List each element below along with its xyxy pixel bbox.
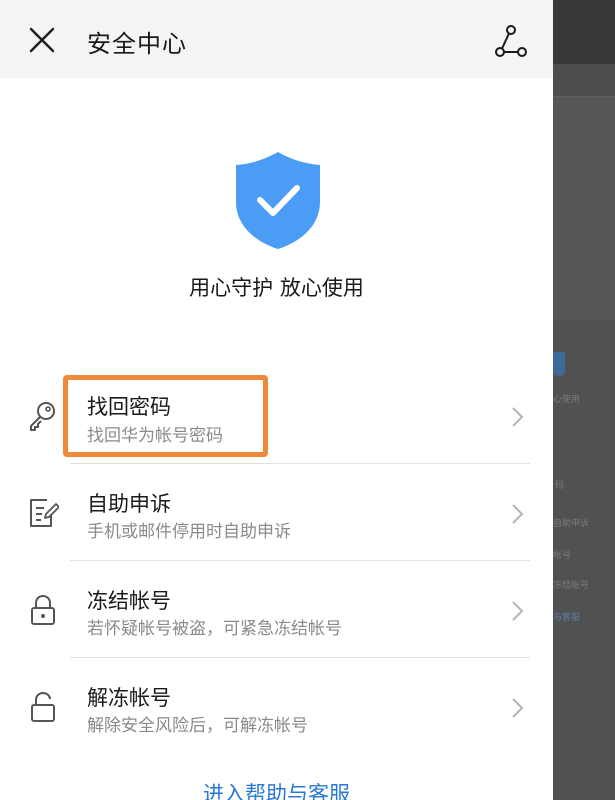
lock-closed-icon — [31, 594, 55, 625]
background-page: 心使用 码 自助申诉 帐号 冻结帐号 与客服 — [553, 0, 615, 800]
chevron-right-icon — [512, 698, 524, 718]
security-center-panel: 安全中心 用心守护 放心使用 找回密码 找回华为帐号密码 自助申诉 手机或邮件停… — [0, 0, 553, 800]
shield-check-icon — [236, 152, 320, 249]
background-text: 码 — [555, 481, 565, 491]
share-button[interactable] — [494, 24, 528, 58]
chevron-right-icon — [512, 407, 524, 427]
share-icon — [495, 25, 527, 57]
menu-item-subtitle: 若怀疑帐号被盗，可紧急冻结帐号 — [87, 619, 342, 639]
menu-item-title: 解冻帐号 — [87, 686, 171, 710]
menu-item-subtitle: 手机或邮件停用时自助申诉 — [87, 522, 291, 542]
chevron-right-icon — [512, 504, 524, 524]
help-and-support-link[interactable]: 进入帮助与客服 — [0, 778, 553, 800]
menu-item-freeze-account[interactable]: 冻结帐号 若怀疑帐号被盗，可紧急冻结帐号 — [0, 562, 553, 659]
menu-item-self-appeal[interactable]: 自助申诉 手机或邮件停用时自助申诉 — [0, 465, 553, 562]
page-title: 安全中心 — [87, 30, 187, 58]
chevron-right-icon — [512, 601, 524, 621]
lock-open-icon — [31, 691, 55, 722]
background-link: 与客服 — [553, 613, 581, 623]
divider — [70, 463, 530, 464]
background-band — [553, 64, 615, 97]
menu-item-title: 找回密码 — [87, 395, 171, 419]
menu-item-subtitle: 解除安全风险后，可解冻帐号 — [87, 716, 308, 736]
key-icon — [30, 402, 55, 431]
menu-item-find-password[interactable]: 找回密码 找回华为帐号密码 — [0, 368, 553, 465]
background-topbar — [553, 0, 615, 64]
divider — [70, 560, 530, 561]
divider — [70, 657, 530, 658]
close-icon — [29, 27, 55, 53]
tagline: 用心守护 放心使用 — [189, 276, 364, 300]
menu-item-title: 自助申诉 — [87, 492, 171, 516]
edit-note-icon — [30, 499, 59, 527]
background-text: 帐号 — [553, 551, 572, 561]
menu-item-title: 冻结帐号 — [87, 589, 171, 613]
background-shield-icon — [553, 352, 565, 376]
background-text: 冻结帐号 — [553, 581, 590, 591]
background-text: 自助申诉 — [553, 519, 590, 529]
background-text: 心使用 — [553, 395, 581, 405]
menu-item-unfreeze-account[interactable]: 解冻帐号 解除安全风险后，可解冻帐号 — [0, 659, 553, 756]
close-button[interactable] — [27, 25, 57, 55]
header-bar: 安全中心 — [0, 0, 553, 78]
menu-item-subtitle: 找回华为帐号密码 — [87, 426, 223, 446]
